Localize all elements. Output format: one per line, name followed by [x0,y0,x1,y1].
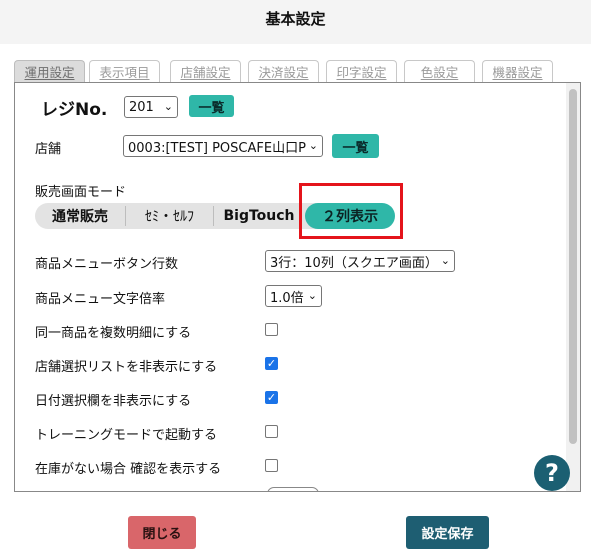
register-select[interactable]: 201 ⌄ [124,96,178,118]
store-select[interactable]: 0003:[TEST] POSCAFE山口P ⌄ [123,135,323,157]
hide-store-list-label: 店舗選択リストを非表示にする [35,360,218,375]
scrollbar-thumb[interactable] [569,89,577,444]
menu-button-rows-select[interactable]: 3行：10列（スクエア画面） ⌄ [265,250,455,272]
tab-color[interactable]: 色設定 [404,60,475,82]
training-mode-label: トレーニングモードで起動する [35,428,218,443]
menu-button-rows-value: 3行：10列（スクエア画面） [270,255,438,271]
tab-display-items[interactable]: 表示項目 [89,60,160,82]
hide-store-list-checkbox[interactable]: ✓ [265,357,278,370]
tab-operation[interactable]: 運用設定 [14,60,85,82]
tab-payment[interactable]: 決済設定 [248,60,319,82]
same-item-multi-line-label: 同一商品を複数明細にする [35,326,192,341]
mode-bigtouch[interactable]: BigTouch [215,203,303,229]
help-button[interactable]: ? [534,455,570,491]
menu-text-scale-value: 1.0倍 [270,290,304,306]
question-circle-icon: ? [545,459,559,487]
save-settings-button[interactable]: 設定保存 [406,516,489,549]
mode-normal[interactable]: 通常販売 [35,203,125,229]
dialog-header: 基本設定 [0,0,591,44]
same-item-multi-line-checkbox[interactable] [265,323,278,336]
store-label: 店舗 [35,142,62,157]
hide-date-field-checkbox[interactable]: ✓ [265,391,278,404]
tab-store[interactable]: 店舗設定 [170,60,241,82]
tab-devices[interactable]: 機器設定 [482,60,553,82]
register-value: 201 [129,99,154,115]
stock-confirm-label: 在庫がない場合 確認を表示する [35,462,222,477]
mode-semi-self[interactable]: ｾﾐ・ｾﾙﾌ [126,203,213,229]
training-mode-checkbox[interactable] [265,425,278,438]
menu-text-scale-label: 商品メニュー文字倍率 [35,292,166,307]
settings-panel: レジNo. 201 ⌄ 一覧 店舗 0003:[TEST] POSCAFE山口P… [14,82,581,492]
menu-text-scale-select[interactable]: 1.0倍 ⌄ [265,285,322,307]
chevron-down-icon: ⌄ [307,289,317,302]
hide-date-field-label: 日付選択欄を非表示にする [35,394,192,409]
chevron-down-icon: ⌄ [440,254,450,267]
checkmark-icon: ✓ [266,391,277,404]
sales-mode-label: 販売画面モード [35,185,127,200]
menu-button-rows-label: 商品メニューボタン行数 [35,257,179,272]
partial-toggle[interactable] [267,487,319,491]
store-list-button[interactable]: 一覧 [332,134,379,158]
dialog-title: 基本設定 [265,9,326,28]
close-button[interactable]: 閉じる [128,516,196,549]
highlight-box [299,183,403,239]
scrollbar[interactable] [566,83,580,491]
register-label: レジNo. [41,100,108,120]
chevron-down-icon: ⌄ [308,139,318,152]
tab-print[interactable]: 印字設定 [326,60,397,82]
register-list-button[interactable]: 一覧 [189,95,234,117]
checkmark-icon: ✓ [266,357,277,370]
stock-confirm-checkbox[interactable] [265,459,278,472]
store-value: 0003:[TEST] POSCAFE山口P [128,140,306,156]
mode-divider [213,206,214,226]
chevron-down-icon: ⌄ [163,100,173,113]
